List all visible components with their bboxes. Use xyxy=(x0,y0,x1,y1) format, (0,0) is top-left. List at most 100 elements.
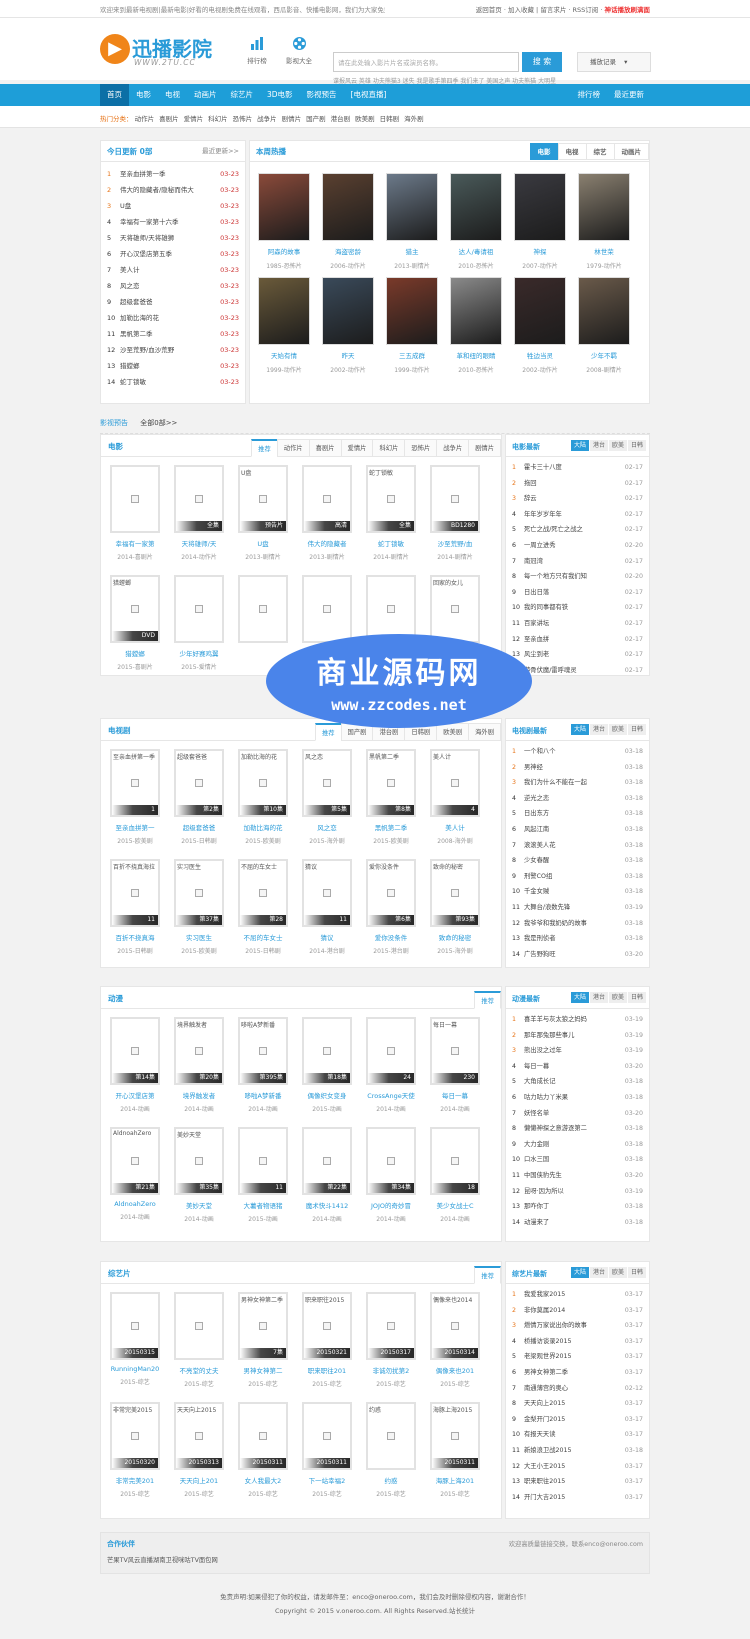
rank-title[interactable]: 职来职往2015 xyxy=(524,1474,619,1490)
rank-row[interactable]: 11 百家讲坛 02-17 xyxy=(506,616,649,632)
rank-row[interactable]: 4 年年岁岁年年 02-17 xyxy=(506,507,649,523)
tab-3[interactable]: 动画片 xyxy=(613,143,649,160)
media-title[interactable]: 偶像来也201 xyxy=(430,1365,480,1375)
rank-title[interactable]: 有报天天读 xyxy=(524,1427,619,1443)
cover-image[interactable]: 致命的秘密 第93集 xyxy=(430,859,480,927)
rank-title[interactable]: 南通薄宫的奥心 xyxy=(524,1381,619,1397)
cover-image[interactable] xyxy=(174,575,224,643)
cover-image[interactable]: 高清 xyxy=(302,465,352,533)
tab-4[interactable]: 欧美剧 xyxy=(436,723,470,741)
cover-image[interactable]: 18 xyxy=(430,1127,480,1195)
rank-row[interactable]: 5 老梁观世界2015 03-17 xyxy=(506,1349,649,1365)
cover-image[interactable]: 11 xyxy=(238,1127,288,1195)
cover-image[interactable] xyxy=(174,1292,224,1360)
tab-4[interactable]: 科幻片 xyxy=(372,439,406,457)
rank-row[interactable]: 9 金梨开门2015 03-17 xyxy=(506,1412,649,1428)
poster-card[interactable]: 昨天 2002-动作片 xyxy=(322,277,374,374)
poster-card[interactable]: 三五成群 1999-动作片 xyxy=(386,277,438,374)
media-card[interactable]: 第14集 开心汉堡店第 2014-动画 xyxy=(110,1017,160,1113)
media-title[interactable]: 职来职往201 xyxy=(302,1365,352,1375)
cover-image[interactable]: 全集 xyxy=(174,465,224,533)
rank-title[interactable]: 加勒比海的花 xyxy=(120,310,217,326)
preview-all-link[interactable]: 全部0部>> xyxy=(140,419,177,427)
rank-title[interactable]: 那年那兔那些事儿 xyxy=(524,1028,619,1044)
rank-row[interactable]: 7 妖怪名单 03-20 xyxy=(506,1106,649,1122)
rank-row[interactable]: 14 动漫来了 03-18 xyxy=(506,1215,649,1231)
rank-title[interactable]: 懒懒神探之意游逐第二 xyxy=(524,1121,619,1137)
cover-image[interactable]: 实习医生 第37集 xyxy=(174,859,224,927)
cover-image[interactable]: 职来职往2015 20150321 xyxy=(302,1292,352,1360)
rank-row[interactable]: 3 燃情万家说出你的故事 03-17 xyxy=(506,1318,649,1334)
rank-title[interactable]: 死亡之战/死亡之战之 xyxy=(524,522,619,538)
rank-row[interactable]: 8 风之恋 03-23 xyxy=(101,278,245,294)
rank-title[interactable]: 我爱我家2015 xyxy=(524,1287,619,1303)
rank-title[interactable]: 超级套爸爸 xyxy=(120,294,217,310)
rank-row[interactable]: 6 咕力咕力丫米果 03-18 xyxy=(506,1090,649,1106)
rank-title[interactable]: 每一个地方只有我们知 xyxy=(524,569,619,585)
rank-title[interactable]: 至亲血拼第一季 xyxy=(120,166,217,182)
rank-row[interactable]: 11 新娘浪卫战2015 03-18 xyxy=(506,1443,649,1459)
nav-movies[interactable]: 电影 xyxy=(129,84,158,106)
media-title[interactable]: 加勒比海的花 xyxy=(238,822,288,832)
search-button[interactable]: 搜 索 xyxy=(522,52,562,72)
media-card[interactable]: 第34集 JOJO的奇妙冒 2014-动画 xyxy=(366,1127,416,1223)
rank-title[interactable]: U盘 xyxy=(120,198,217,214)
poster-title[interactable]: 林世荣 xyxy=(578,246,630,256)
cover-image[interactable]: 蛇丁锁敏 全集 xyxy=(366,465,416,533)
media-card[interactable]: 哆啦A梦新番 第395集 哆啦A梦新番 2014-动画 xyxy=(238,1017,288,1113)
media-title[interactable]: 男神女神第二 xyxy=(238,1365,288,1375)
media-title[interactable]: CrossAnge天使 xyxy=(366,1090,416,1100)
media-title[interactable]: 魔术快斗1412 xyxy=(302,1200,352,1210)
cover-image[interactable]: U盘 预告片 xyxy=(238,465,288,533)
rank-row[interactable]: 1 喜羊羊与灰太狼之妈妈 03-19 xyxy=(506,1012,649,1028)
rank-title[interactable]: 大王小王2015 xyxy=(524,1459,619,1475)
rank-title[interactable]: 喜羊羊与灰太狼之妈妈 xyxy=(524,1012,619,1028)
tab-6[interactable]: 战争片 xyxy=(436,439,470,457)
media-title[interactable]: 开心汉堡店第 xyxy=(110,1090,160,1100)
media-card[interactable]: 美妙天堂 第35集 美妙天堂 2014-动画 xyxy=(174,1127,224,1223)
rank-row[interactable]: 13 职来职往2015 03-17 xyxy=(506,1474,649,1490)
rank-title[interactable]: 咕力咕力丫米果 xyxy=(524,1090,619,1106)
rank-row[interactable]: 9 日出日落 02-17 xyxy=(506,585,649,601)
rank-row[interactable]: 14 开门大吉2015 03-17 xyxy=(506,1490,649,1506)
tab-1[interactable]: 港台 xyxy=(589,992,608,1003)
media-card[interactable]: 百折不挠真海拉 11 百折不挠真海 2015-日韩剧 xyxy=(110,859,160,955)
cover-image[interactable]: 第22集 xyxy=(302,1127,352,1195)
cover-image[interactable]: 非常完美2015 20150320 xyxy=(110,1402,160,1470)
tab-1[interactable]: 动作片 xyxy=(276,439,310,457)
poster-image[interactable] xyxy=(258,277,310,345)
rank-title[interactable]: 刑警CO组 xyxy=(524,869,619,885)
media-card[interactable]: 全集 天将雄师/天 2014-动作片 xyxy=(174,465,224,561)
rank-row[interactable]: 9 超级套爸爸 03-23 xyxy=(101,294,245,310)
media-title[interactable]: 实习医生 xyxy=(174,932,224,942)
poster-title[interactable]: 革和纽的眼睛 xyxy=(450,350,502,360)
rank-title[interactable]: 动漫来了 xyxy=(524,1215,619,1231)
media-title[interactable]: 致命的秘密 xyxy=(430,932,480,942)
poster-card[interactable]: 天始有情 1999-动作片 xyxy=(258,277,310,374)
rank-title[interactable]: 天将雄师/天将雄狮 xyxy=(120,230,217,246)
media-card[interactable]: 猎螳螂 DVD 猎螳螂 2015-喜剧片 xyxy=(110,575,160,671)
poster-card[interactable]: 达人/毒请祖 2010-恐怖片 xyxy=(450,173,502,270)
cover-image[interactable]: 哆啦A梦新番 第395集 xyxy=(238,1017,288,1085)
rank-title[interactable]: 日出日落 xyxy=(524,585,619,601)
rank-title[interactable]: 老梁观世界2015 xyxy=(524,1349,619,1365)
tab-3[interactable]: 爱情片 xyxy=(340,439,374,457)
rank-title[interactable]: 大力金刚 xyxy=(524,1137,619,1153)
rank-title[interactable]: 新娘浪卫战2015 xyxy=(524,1443,619,1459)
media-card[interactable]: 11 大薯者物语猪 2015-动画 xyxy=(238,1127,288,1223)
poster-title[interactable]: 猎主 xyxy=(386,246,438,256)
media-title[interactable]: 女人我最大2 xyxy=(238,1475,288,1485)
poster-title[interactable]: 神探 xyxy=(514,246,566,256)
media-title[interactable]: 大薯者物语猪 xyxy=(238,1200,288,1210)
rank-row[interactable]: 1 霍卡三十八度 02-17 xyxy=(506,460,649,476)
media-title[interactable]: 不亮堂的丈夫 xyxy=(174,1365,224,1375)
media-title[interactable]: 美少女战士C xyxy=(430,1200,480,1210)
recent-updates-link[interactable]: 最近更新>> xyxy=(202,141,239,162)
rank-row[interactable]: 2 非你莫属2014 03-17 xyxy=(506,1303,649,1319)
rank-title[interactable]: 风起江南 xyxy=(524,822,619,838)
rank-row[interactable]: 6 开心汉堡店第五季 03-23 xyxy=(101,246,245,262)
media-title[interactable]: 哆啦A梦新番 xyxy=(238,1090,288,1100)
rank-title[interactable]: 少女春醒 xyxy=(524,853,619,869)
media-card[interactable]: 黑帆第二季 第8集 黑帆第二季 2015-欧美剧 xyxy=(366,749,416,845)
rank-row[interactable]: 4 逆光之恋 03-18 xyxy=(506,791,649,807)
